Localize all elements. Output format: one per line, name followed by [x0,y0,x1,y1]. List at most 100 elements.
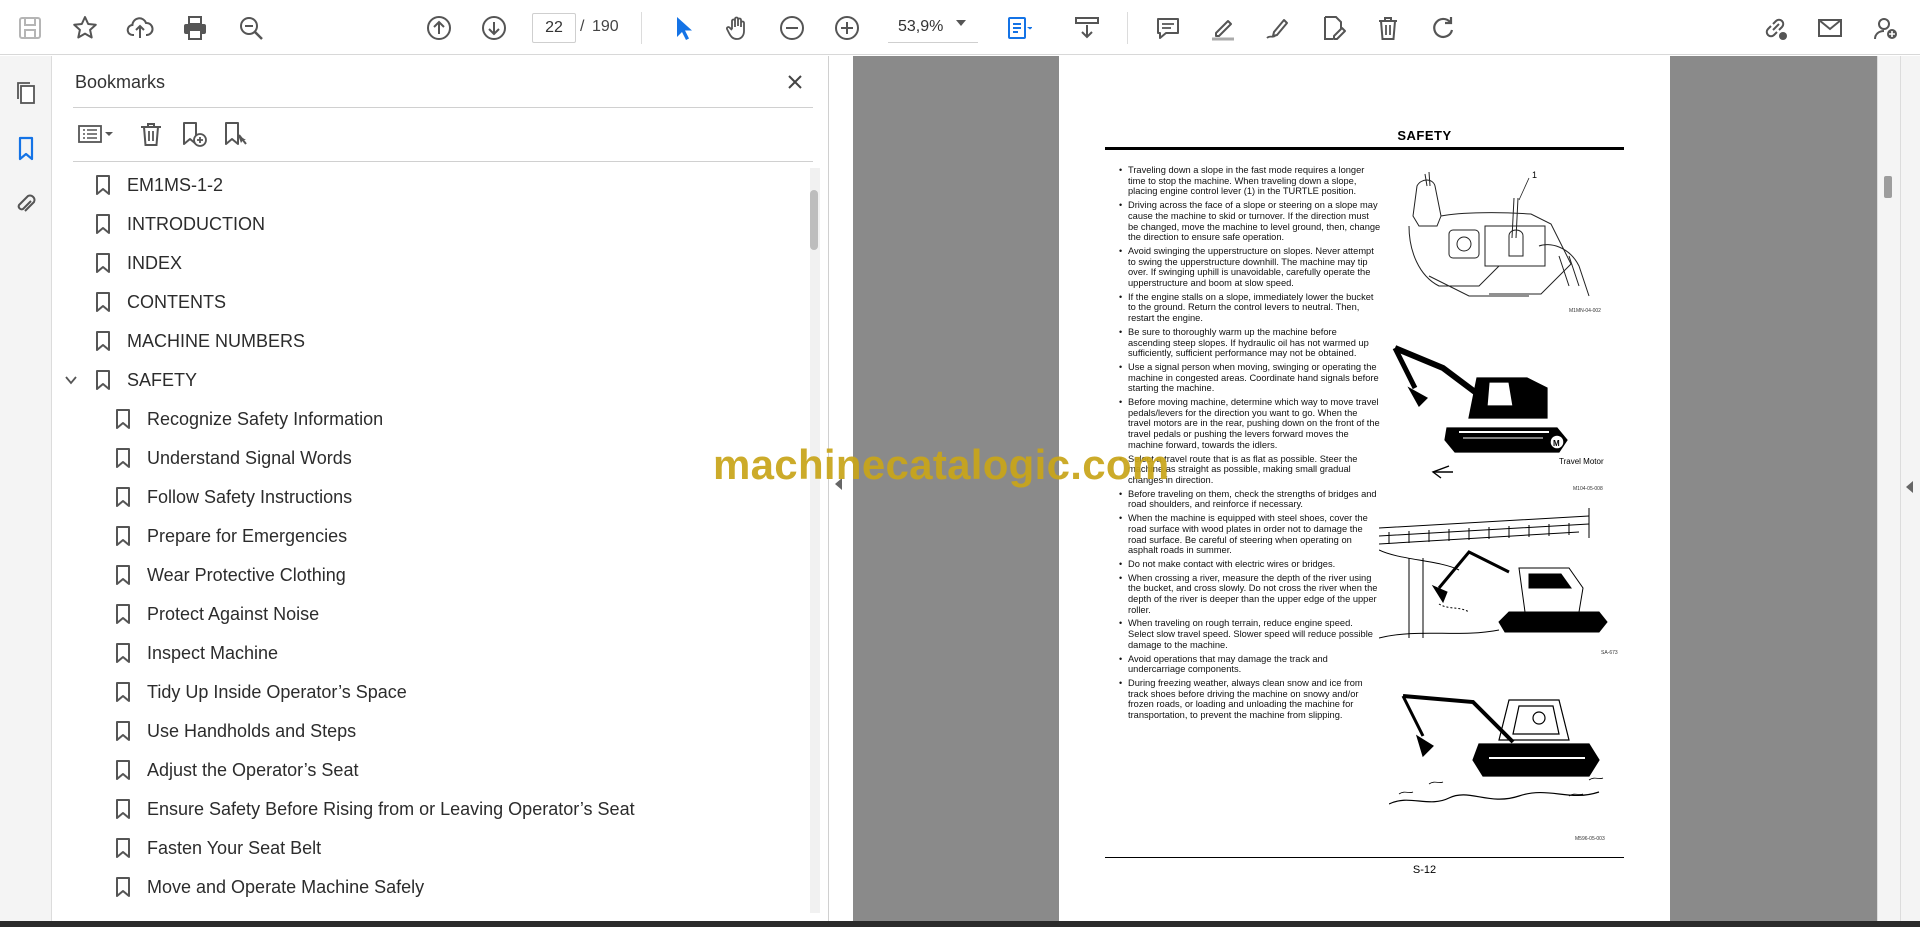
edit-pdf-icon[interactable] [1315,10,1351,46]
bookmark-item[interactable]: Follow Safety Instructions [115,480,352,514]
bookmark-item[interactable]: Prepare for Emergencies [115,519,347,553]
document-scrollbar-thumb[interactable] [1884,176,1892,198]
page-footer: S-12 [1059,864,1670,876]
bookmark-label: SAFETY [127,369,198,390]
select-cursor-icon[interactable] [665,10,701,46]
next-page-icon[interactable] [476,10,512,46]
delete-trash-icon[interactable] [1370,10,1406,46]
bookmark-item[interactable]: Ensure Safety Before Rising from or Leav… [115,792,635,826]
hand-tool-icon[interactable] [719,10,755,46]
find-bookmark-icon[interactable] [217,116,253,152]
figure-caption: M104-05-008 [1573,486,1603,492]
bookmark-options-menu-icon[interactable] [73,116,119,152]
bookmark-item[interactable]: Wear Protective Clothing [115,558,346,592]
bookmark-item[interactable]: Protect Against Noise [115,597,319,631]
rotate-redo-icon[interactable] [1425,10,1461,46]
panel-scrollbar-track[interactable] [810,168,820,913]
figure-callout-label: 1 [1532,170,1537,180]
zoom-level-select[interactable]: 53,9% [888,13,978,43]
bookmark-label: Ensure Safety Before Rising from or Leav… [147,798,635,819]
page-total: 190 [592,18,619,35]
bookmark-panel-icon[interactable] [11,133,41,163]
footer-rule [1105,857,1624,858]
save-icon[interactable] [12,10,48,46]
figure-excavator-travel-motor: M Travel Motor M104-05-008 [1392,345,1604,492]
safety-bullet: Avoid operations that may damage the tra… [1119,654,1381,675]
bookmark-item[interactable]: SAFETY [65,363,198,397]
delete-bookmark-icon[interactable] [133,116,169,152]
bookmark-item[interactable]: Use Handholds and Steps [115,714,356,748]
bookmark-icon [96,331,110,351]
zoom-search-icon[interactable] [233,10,269,46]
bookmark-label: CONTENTS [127,291,226,312]
watermark-text: machinecatalogic.com [713,441,1170,488]
star-icon[interactable] [67,10,103,46]
expand-tools-arrow-icon[interactable] [1906,481,1913,493]
figure-compact-excavator: M596-05-003 [1389,694,1605,842]
previous-page-icon[interactable] [421,10,457,46]
page-thumbnails-icon[interactable] [11,78,41,108]
bookmark-item[interactable]: Fasten Your Seat Belt [115,831,321,865]
bookmark-icon [116,877,130,897]
cloud-upload-icon[interactable] [122,10,158,46]
bookmark-icon [96,292,110,312]
bookmark-item[interactable]: CONTENTS [95,285,226,319]
share-link-icon[interactable] [1757,10,1793,46]
panel-divider [73,107,813,108]
bookmark-icon [116,526,130,546]
bookmark-icon [116,604,130,624]
bookmark-icon [116,721,130,741]
pdf-viewer-window: 22 / 190 53,9% Bookmarks EM1MS-1-2 INTRO… [0,0,1920,927]
bookmark-label: Tidy Up Inside Operator’s Space [147,681,407,702]
safety-bullet: Use a signal person when moving, swingin… [1119,362,1381,394]
safety-bullet: Do not make contact with electric wires … [1119,559,1381,570]
bookmark-icon [116,682,130,702]
main-toolbar: 22 / 190 53,9% [0,0,1920,55]
bookmark-item[interactable]: EM1MS-1-2 [95,168,223,202]
bookmark-item[interactable]: Move and Operate Machine Safely [115,870,424,904]
print-icon[interactable] [177,10,213,46]
comment-icon[interactable] [1150,10,1186,46]
page-number-input[interactable]: 22 [532,13,576,43]
zoom-out-icon[interactable] [774,10,810,46]
bookmark-icon [116,409,130,429]
close-icon[interactable] [781,68,809,96]
bookmark-icon [116,643,130,663]
page-heading: SAFETY [1059,128,1670,143]
bookmark-label: MACHINE NUMBERS [127,330,306,351]
safety-bullet: When crossing a river, measure the depth… [1119,573,1381,616]
bookmark-icon [96,253,110,273]
panel-title: Bookmarks [75,72,166,92]
bookmark-label: Inspect Machine [147,642,279,663]
highlight-pen-icon[interactable] [1205,10,1241,46]
bookmark-icon [116,799,130,819]
page-footer-text: S-12 [1412,864,1437,876]
bookmark-item[interactable]: Recognize Safety Information [115,402,383,436]
bookmark-item[interactable]: Inspect Machine [115,636,278,670]
draw-sign-icon[interactable] [1260,10,1296,46]
bookmark-item[interactable]: INDEX [95,246,182,280]
page-heading-text: SAFETY [1397,128,1452,143]
scrolling-mode-icon[interactable] [1069,10,1105,46]
chevron-down-icon[interactable] [956,20,966,26]
chevron-down-icon[interactable] [63,372,79,388]
bookmark-label: Use Handholds and Steps [147,720,357,741]
bookmark-item[interactable]: Adjust the Operator’s Seat [115,753,358,787]
bookmark-label: Recognize Safety Information [147,408,384,429]
panel-scrollbar-thumb[interactable] [810,190,818,250]
account-add-icon[interactable] [1868,10,1904,46]
new-bookmark-icon[interactable] [175,116,211,152]
bookmark-item[interactable]: Tidy Up Inside Operator’s Space [115,675,407,709]
bookmark-label: Fasten Your Seat Belt [147,837,322,858]
figure-caption: SA-673 [1601,650,1618,656]
bookmark-label: Adjust the Operator’s Seat [147,759,359,780]
bookmark-item[interactable]: MACHINE NUMBERS [95,324,305,358]
zoom-in-icon[interactable] [829,10,865,46]
bookmark-item[interactable]: INTRODUCTION [95,207,265,241]
attachments-paperclip-icon[interactable] [11,189,41,219]
bookmark-icon [96,370,110,390]
fit-page-icon[interactable] [1000,10,1036,46]
bookmark-icon [116,760,130,780]
bookmark-item[interactable]: Understand Signal Words [115,441,352,475]
email-icon[interactable] [1812,10,1848,46]
